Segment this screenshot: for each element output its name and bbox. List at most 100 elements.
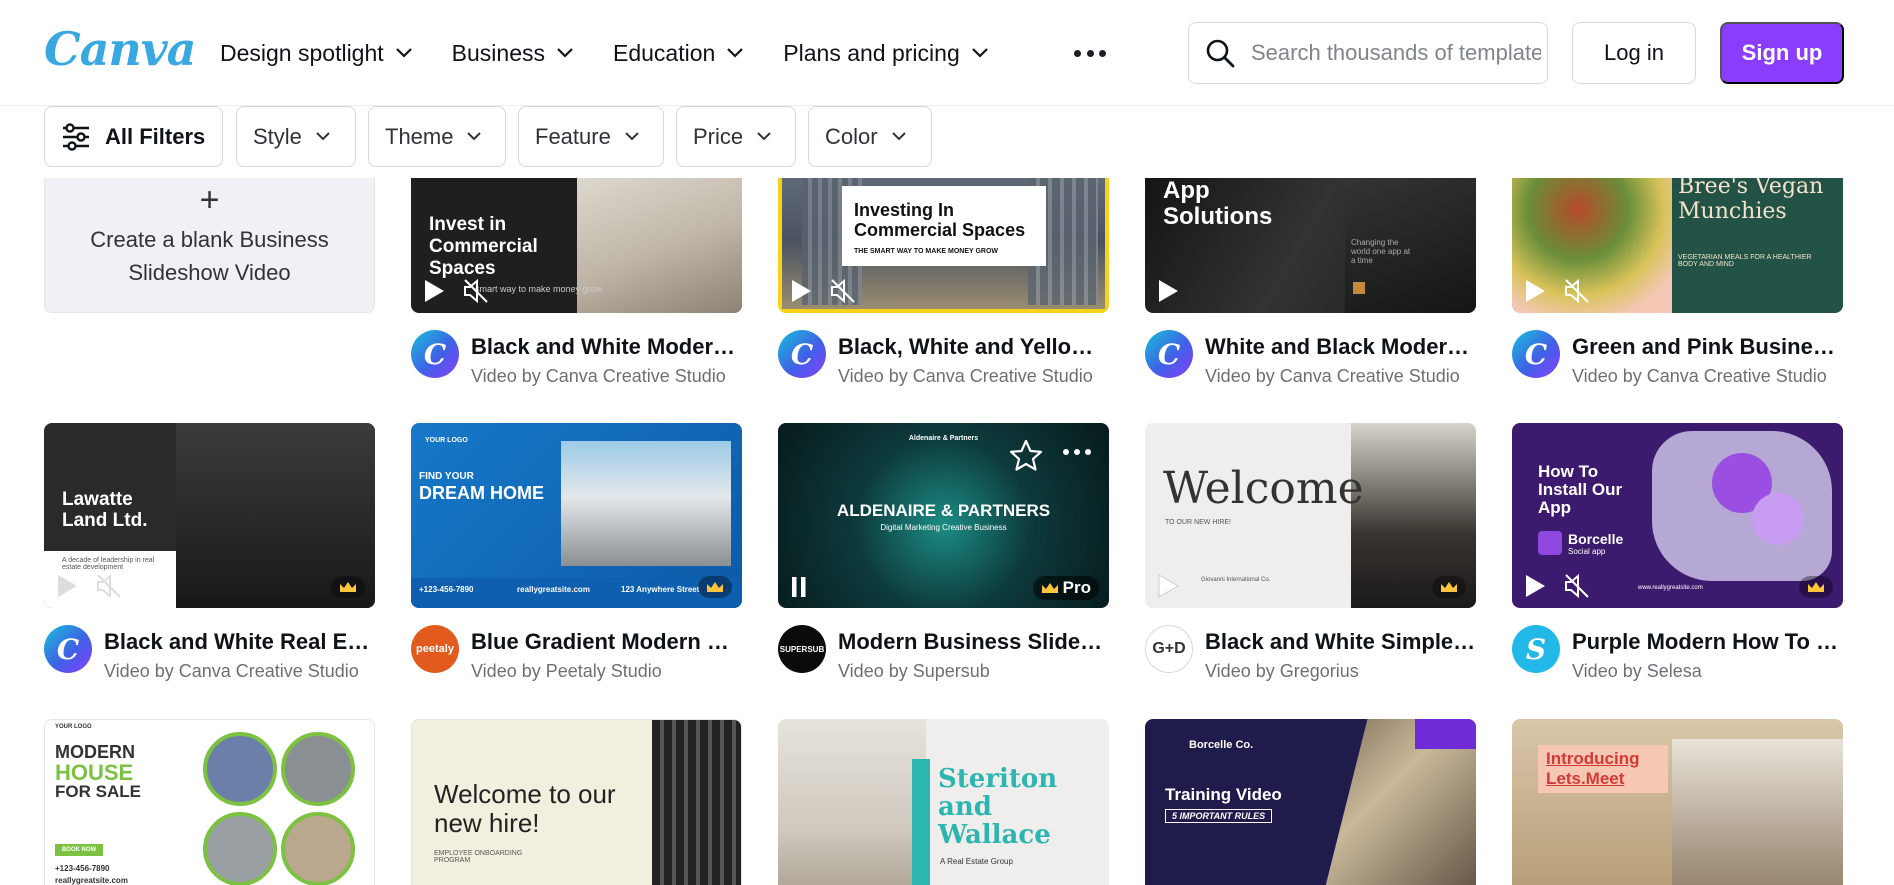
- nav-education[interactable]: Education: [613, 38, 744, 68]
- mute-icon[interactable]: [463, 279, 489, 303]
- template-creator[interactable]: Video by Peetaly Studio: [471, 661, 743, 682]
- plus-icon: +: [199, 180, 220, 219]
- template-meta: peetaly Blue Gradient Modern Home Video …: [411, 625, 743, 685]
- template-thumbnail[interactable]: Borcelle Co. Training Video 5 IMPORTANT …: [1145, 719, 1476, 885]
- chevron-down-icon: [625, 132, 639, 141]
- mute-icon[interactable]: [830, 279, 856, 303]
- template-title[interactable]: White and Black Modern App Video: [1205, 334, 1477, 360]
- filter-label: Feature: [535, 123, 611, 149]
- play-icon[interactable]: [56, 574, 78, 598]
- filter-theme[interactable]: Theme: [368, 106, 506, 167]
- template-title[interactable]: Black and White Real Estate Video: [104, 629, 376, 655]
- template-thumbnail[interactable]: Welcome TO OUR NEW HIRE! Giovanni Intern…: [1145, 423, 1476, 608]
- template-title[interactable]: Black and White Simple Welcome Video: [1205, 629, 1477, 655]
- video-controls: [1157, 574, 1179, 598]
- creator-avatar[interactable]: C: [1145, 330, 1193, 378]
- search-input[interactable]: [1251, 40, 1541, 66]
- creator-avatar[interactable]: G+D: [1145, 625, 1193, 673]
- login-button[interactable]: Log in: [1572, 22, 1696, 84]
- nav-design-spotlight[interactable]: Design spotlight: [220, 38, 412, 68]
- template-title[interactable]: Black and White Modern Business Slidesho…: [471, 334, 743, 360]
- template-meta: C Green and Pink Business Video Video by…: [1512, 330, 1844, 390]
- template-creator[interactable]: Video by Canva Creative Studio: [838, 366, 1110, 387]
- template-creator[interactable]: Video by Canva Creative Studio: [1572, 366, 1844, 387]
- more-menu-icon[interactable]: [1074, 40, 1106, 66]
- star-icon[interactable]: [1009, 439, 1043, 471]
- thumb-cta: BOOK NOW: [55, 844, 103, 856]
- chevron-down-icon: [467, 132, 482, 141]
- play-icon[interactable]: [423, 279, 445, 303]
- creator-avatar[interactable]: C: [778, 330, 826, 378]
- thumb-caption: FIND YOUR: [419, 471, 474, 482]
- template-thumbnail[interactable]: Introducing Lets.Meet: [1512, 719, 1843, 885]
- crown-icon: [1799, 576, 1833, 598]
- creator-avatar[interactable]: C: [44, 625, 92, 673]
- template-thumbnail[interactable]: Lawatte Land Ltd. A decade of leadership…: [44, 423, 375, 608]
- nav-business[interactable]: Business: [452, 38, 573, 68]
- filter-price[interactable]: Price: [676, 106, 796, 167]
- video-controls: [790, 279, 856, 303]
- play-icon[interactable]: [1524, 279, 1546, 303]
- template-thumbnail[interactable]: Steriton and Wallace A Real Estate Group: [778, 719, 1109, 885]
- chevron-down-icon: [727, 48, 744, 58]
- play-icon[interactable]: [1157, 279, 1179, 303]
- thumb-title: Investing In Commercial Spaces: [854, 200, 1026, 240]
- nav-label: Design spotlight: [220, 39, 384, 66]
- template-creator[interactable]: Video by Canva Creative Studio: [1205, 366, 1477, 387]
- filter-color[interactable]: Color: [808, 106, 932, 167]
- thumb-title: Invest in Commercial Spaces: [429, 214, 538, 279]
- play-icon[interactable]: [790, 279, 812, 303]
- main-nav: Design spotlight Business Education Plan…: [220, 38, 1028, 68]
- pro-label: Pro: [1062, 578, 1091, 597]
- template-meta: C Black and White Real Estate Video Vide…: [44, 625, 376, 685]
- top-header: Canva Design spotlight Business Educatio…: [0, 0, 1894, 106]
- signup-button[interactable]: Sign up: [1720, 22, 1844, 84]
- template-creator[interactable]: Video by Canva Creative Studio: [104, 661, 376, 682]
- thumb-logo: YOUR LOGO: [55, 724, 92, 730]
- pause-icon[interactable]: [790, 576, 808, 598]
- play-icon[interactable]: [1157, 574, 1179, 598]
- creator-avatar[interactable]: C: [1512, 330, 1560, 378]
- template-title[interactable]: Purple Modern How To Install Video: [1572, 629, 1844, 655]
- template-meta: C White and Black Modern App Video Video…: [1145, 330, 1477, 390]
- template-title[interactable]: Modern Business Slideshow Video: [838, 629, 1110, 655]
- template-meta: C Black, White and Yellow Business Slide…: [778, 330, 1110, 390]
- template-creator[interactable]: Video by Canva Creative Studio: [471, 366, 743, 387]
- mute-icon[interactable]: [96, 574, 122, 598]
- template-title[interactable]: Green and Pink Business Video: [1572, 334, 1844, 360]
- template-creator[interactable]: Video by Supersub: [838, 661, 1110, 682]
- template-thumbnail[interactable]: Aldenaire & Partners ALDENAIRE & PARTNER…: [778, 423, 1109, 608]
- all-filters-button[interactable]: All Filters: [44, 106, 223, 167]
- canva-logo[interactable]: Canva: [44, 22, 196, 76]
- thumb-phone: +123-456-7890: [55, 864, 110, 873]
- crown-icon: [1432, 576, 1466, 598]
- chevron-down-icon: [757, 132, 771, 141]
- thumb-title: Welcome to our new hire!: [434, 779, 616, 838]
- nav-plans-pricing[interactable]: Plans and pricing: [783, 38, 988, 68]
- template-thumbnail[interactable]: YOUR LOGO FIND YOUR DREAM HOME +123-456-…: [411, 423, 742, 608]
- chevron-down-icon: [971, 48, 988, 58]
- template-thumbnail[interactable]: YOUR LOGO MODERN HOUSE FOR SALE BOOK NOW…: [44, 719, 375, 885]
- crown-icon: [698, 576, 732, 598]
- mute-icon[interactable]: [1564, 279, 1590, 303]
- template-thumbnail[interactable]: Welcome to our new hire! EMPLOYEE ONBOAR…: [411, 719, 742, 885]
- mute-icon[interactable]: [1564, 574, 1590, 598]
- template-creator[interactable]: Video by Gregorius: [1205, 661, 1477, 682]
- template-title[interactable]: Black, White and Yellow Business Slidesh…: [838, 334, 1110, 360]
- template-creator[interactable]: Video by Selesa: [1572, 661, 1844, 682]
- thumb-title: App Solutions: [1163, 177, 1273, 230]
- more-options-icon[interactable]: [1063, 449, 1091, 455]
- thumb-caption: Social app: [1568, 547, 1606, 556]
- creator-avatar[interactable]: SUPERSUB: [778, 625, 826, 673]
- search-box[interactable]: [1188, 22, 1548, 84]
- play-icon[interactable]: [1524, 574, 1546, 598]
- thumb-caption: A Real Estate Group: [940, 857, 1013, 866]
- filter-style[interactable]: Style: [236, 106, 356, 167]
- template-title[interactable]: Blue Gradient Modern Home Video: [471, 629, 743, 655]
- template-thumbnail[interactable]: How To Install Our App Borcelle Social a…: [1512, 423, 1843, 608]
- creator-avatar[interactable]: C: [411, 330, 459, 378]
- creator-avatar[interactable]: peetaly: [411, 625, 459, 673]
- creator-avatar[interactable]: S: [1512, 625, 1560, 673]
- filter-feature[interactable]: Feature: [518, 106, 664, 167]
- thumb-title: Steriton and Wallace: [938, 764, 1058, 850]
